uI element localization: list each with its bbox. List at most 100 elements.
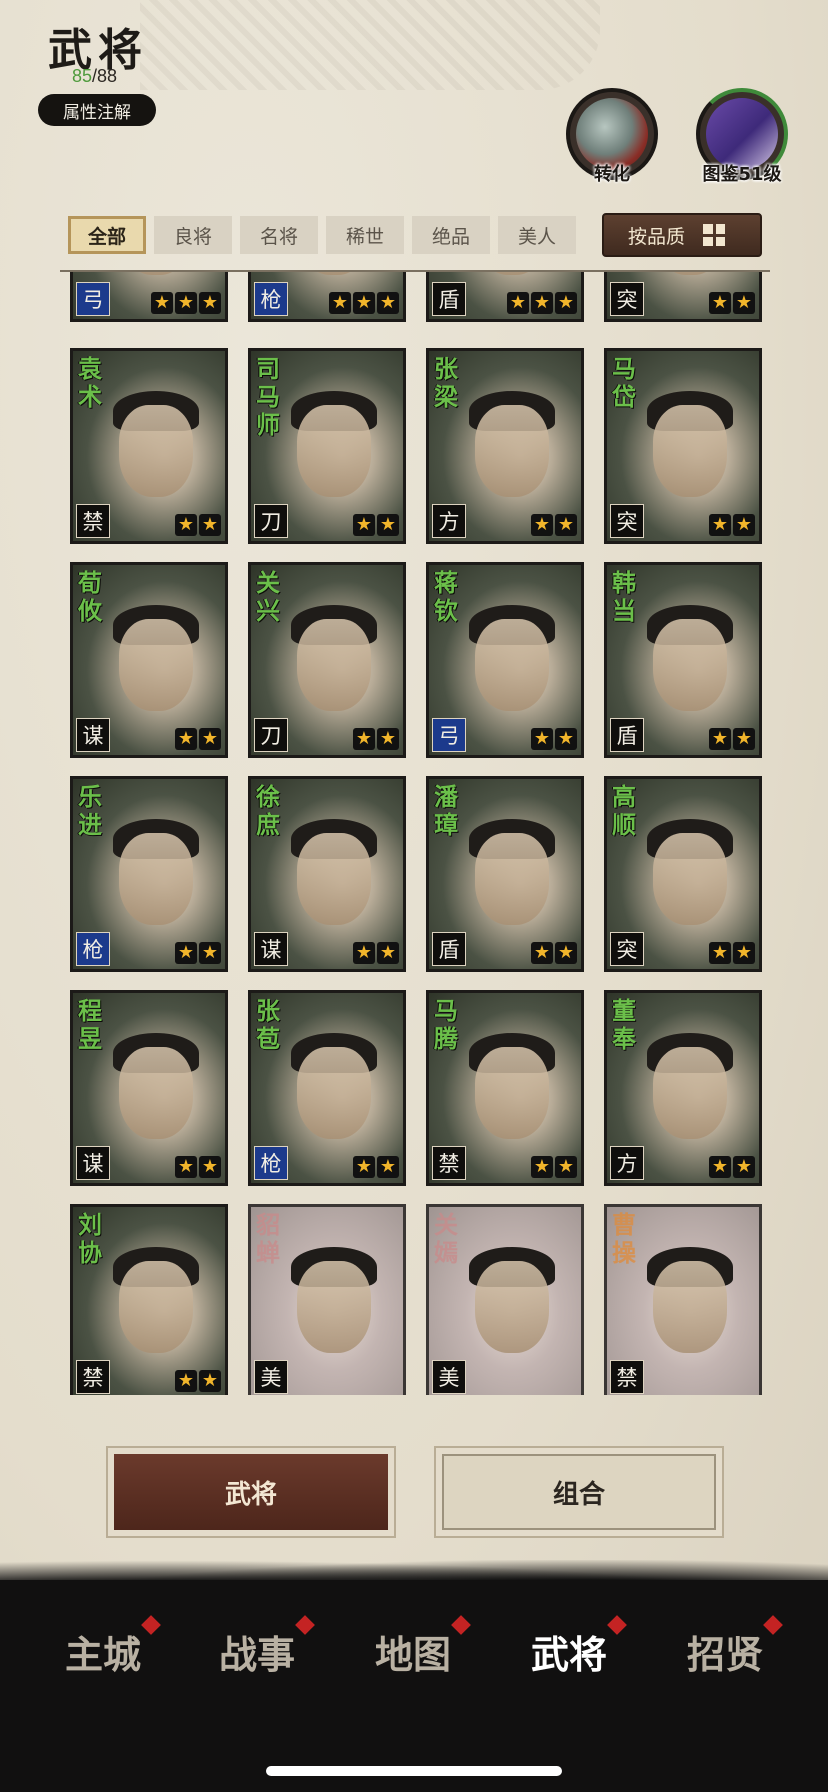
hero-card[interactable]: 马岱突 ★ ★ bbox=[604, 348, 762, 544]
hero-card[interactable]: 蒋钦弓 ★ ★ bbox=[426, 562, 584, 758]
hero-name: 袁术 bbox=[78, 354, 102, 411]
nav-item[interactable]: 地图 bbox=[348, 1615, 478, 1679]
heroes-button[interactable]: 武将 bbox=[106, 1446, 396, 1538]
star-rating: ★ ★ bbox=[175, 728, 221, 750]
portrait-face bbox=[297, 619, 371, 711]
portrait-face bbox=[475, 619, 549, 711]
hero-card[interactable]: 张苞枪 ★ ★ bbox=[248, 990, 406, 1186]
portrait-face bbox=[119, 1261, 193, 1353]
hero-card[interactable]: 高顺突 ★ ★ bbox=[604, 776, 762, 972]
filter-tab[interactable]: 良将 bbox=[154, 216, 232, 254]
hero-card[interactable]: 马腾禁 ★ ★ bbox=[426, 990, 584, 1186]
hero-card-partial[interactable]: 突 ★ ★ bbox=[604, 272, 762, 322]
portrait-face bbox=[297, 833, 371, 925]
attribute-notes-button[interactable]: 属性注解 bbox=[38, 94, 156, 126]
filter-tab[interactable]: 全部 bbox=[68, 216, 146, 254]
hero-card-partial[interactable]: 弓 ★ ★ ★ bbox=[70, 272, 228, 322]
hero-card-partial[interactable]: 枪 ★ ★ ★ bbox=[248, 272, 406, 322]
troop-type-badge: 突 bbox=[610, 282, 644, 316]
filter-tab[interactable]: 稀世 bbox=[326, 216, 404, 254]
hero-card[interactable]: 韩当盾 ★ ★ bbox=[604, 562, 762, 758]
star-icon: ★ bbox=[531, 942, 553, 964]
atlas-button[interactable]: 图鉴51级 bbox=[696, 88, 788, 185]
star-icon: ★ bbox=[531, 292, 553, 314]
hero-name: 程昱 bbox=[78, 996, 102, 1053]
combination-button[interactable]: 组合 bbox=[434, 1446, 724, 1538]
star-icon: ★ bbox=[175, 1370, 197, 1392]
star-rating: ★ ★ bbox=[531, 1156, 577, 1178]
hero-card[interactable]: 曹操禁 bbox=[604, 1204, 762, 1395]
star-icon: ★ bbox=[733, 728, 755, 750]
nav-item[interactable]: 武将 bbox=[504, 1615, 634, 1679]
hero-card[interactable]: 貂蝉美 bbox=[248, 1204, 406, 1395]
nav-item[interactable]: 战事 bbox=[192, 1615, 322, 1679]
star-icon: ★ bbox=[175, 942, 197, 964]
troop-type-badge: 刀 bbox=[254, 504, 288, 538]
home-indicator[interactable] bbox=[266, 1766, 562, 1776]
portrait-face bbox=[475, 1047, 549, 1139]
owned-count-current: 85 bbox=[72, 66, 93, 86]
quality-filter-tabs: 全部 良将 名将 稀世 绝品 美人 bbox=[68, 216, 576, 254]
portrait-face bbox=[475, 1261, 549, 1353]
star-rating: ★ ★ bbox=[709, 728, 755, 750]
troop-type-badge: 枪 bbox=[254, 282, 288, 316]
hero-card[interactable]: 关兴刀 ★ ★ bbox=[248, 562, 406, 758]
nav-item-label: 主城 bbox=[64, 1632, 141, 1677]
hero-card[interactable]: 董奉方 ★ ★ bbox=[604, 990, 762, 1186]
filter-tab[interactable]: 绝品 bbox=[412, 216, 490, 254]
filter-tab[interactable]: 美人 bbox=[498, 216, 576, 254]
star-icon: ★ bbox=[507, 292, 529, 314]
star-icon: ★ bbox=[377, 514, 399, 536]
hero-card[interactable]: 徐庶谋 ★ ★ bbox=[248, 776, 406, 972]
hero-card-partial[interactable]: 盾 ★ ★ ★ bbox=[426, 272, 584, 322]
hero-card[interactable]: 刘协禁 ★ ★ bbox=[70, 1204, 228, 1395]
star-icon: ★ bbox=[199, 1370, 221, 1392]
troop-type-badge: 枪 bbox=[76, 932, 110, 966]
portrait-face bbox=[653, 1047, 727, 1139]
troop-type-badge: 盾 bbox=[432, 932, 466, 966]
star-icon: ★ bbox=[199, 728, 221, 750]
portrait-face bbox=[653, 1261, 727, 1353]
hero-grid[interactable]: 弓 ★ ★ ★ 枪 ★ ★ ★ 盾 ★ ★ ★ 突 ★ ★ 袁术禁 ★ ★ 司马师刀 ★ ★ 张梁方 ★ ★ 马岱突 ★ ★ 荀攸谋 ★… bbox=[60, 270, 770, 1395]
portrait-face bbox=[297, 1047, 371, 1139]
sort-by-quality-button[interactable]: 按品质 bbox=[602, 213, 762, 257]
star-icon: ★ bbox=[709, 514, 731, 536]
star-rating: ★ ★ bbox=[353, 728, 399, 750]
filter-tab[interactable]: 名将 bbox=[240, 216, 318, 254]
hero-card[interactable]: 张梁方 ★ ★ bbox=[426, 348, 584, 544]
header-ornament bbox=[140, 0, 600, 90]
troop-type-badge: 谋 bbox=[76, 1146, 110, 1180]
hero-name: 董奉 bbox=[612, 996, 636, 1053]
hero-card[interactable]: 荀攸谋 ★ ★ bbox=[70, 562, 228, 758]
star-icon: ★ bbox=[199, 942, 221, 964]
nav-item[interactable]: 主城 bbox=[38, 1615, 168, 1679]
star-rating: ★ ★ ★ bbox=[507, 292, 577, 314]
portrait-face bbox=[653, 405, 727, 497]
star-icon: ★ bbox=[531, 514, 553, 536]
star-icon: ★ bbox=[555, 292, 577, 314]
hero-card[interactable]: 程昱谋 ★ ★ bbox=[70, 990, 228, 1186]
hero-roster-screen: 武将 85/88 属性注解 转化 图鉴51级 全部 良将 名将 稀世 绝品 美人 按品质 … bbox=[0, 0, 828, 1792]
star-icon: ★ bbox=[555, 942, 577, 964]
hero-card[interactable]: 袁术禁 ★ ★ bbox=[70, 348, 228, 544]
troop-type-badge: 方 bbox=[610, 1146, 644, 1180]
star-icon: ★ bbox=[377, 942, 399, 964]
troop-type-badge: 谋 bbox=[254, 932, 288, 966]
star-icon: ★ bbox=[353, 514, 375, 536]
hero-card[interactable]: 乐进枪 ★ ★ bbox=[70, 776, 228, 972]
nav-item[interactable]: 招贤 bbox=[660, 1615, 790, 1679]
hero-card[interactable]: 潘璋盾 ★ ★ bbox=[426, 776, 584, 972]
hero-name: 韩当 bbox=[612, 568, 636, 625]
star-icon: ★ bbox=[199, 292, 221, 314]
hero-card[interactable]: 关嫣美 bbox=[426, 1204, 584, 1395]
star-icon: ★ bbox=[175, 292, 197, 314]
sort-label: 按品质 bbox=[628, 225, 686, 248]
portrait-face bbox=[475, 833, 549, 925]
troop-type-badge: 突 bbox=[610, 504, 644, 538]
convert-button[interactable]: 转化 bbox=[566, 88, 658, 185]
nav-item-label: 地图 bbox=[374, 1632, 451, 1677]
hero-name: 高顺 bbox=[612, 782, 636, 839]
hero-name: 貂蝉 bbox=[256, 1210, 280, 1267]
star-icon: ★ bbox=[175, 1156, 197, 1178]
hero-card[interactable]: 司马师刀 ★ ★ bbox=[248, 348, 406, 544]
